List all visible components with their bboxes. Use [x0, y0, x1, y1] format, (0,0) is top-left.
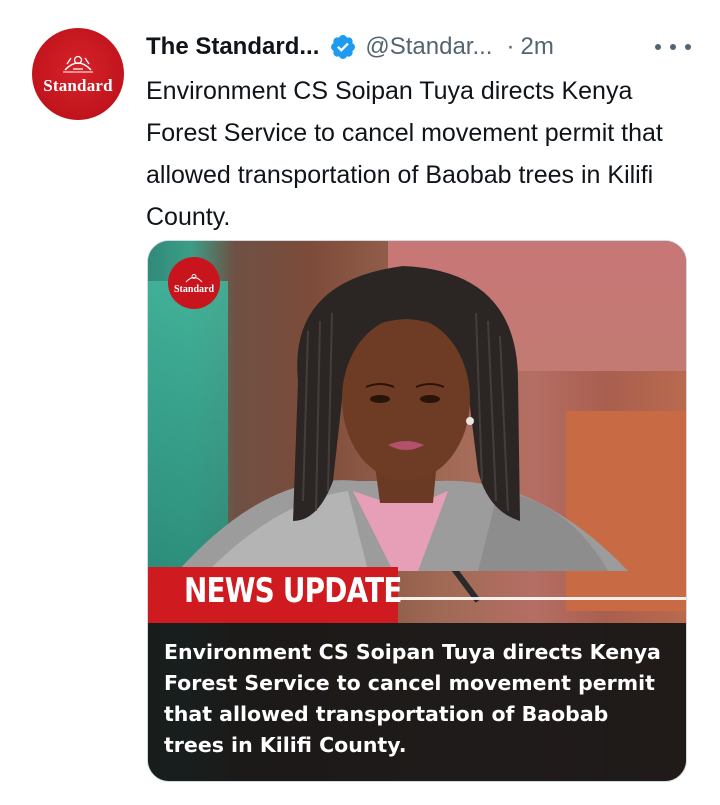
more-dot: [685, 44, 691, 50]
crest-icon: [185, 273, 203, 282]
user-handle[interactable]: @Standar...: [365, 33, 492, 61]
image-caption: Environment CS Soipan Tuya directs Kenya…: [164, 640, 661, 757]
display-name[interactable]: The Standard...: [146, 33, 319, 61]
more-dot: [655, 44, 661, 50]
separator-dot: ·: [506, 33, 515, 60]
tweet-text: Environment CS Soipan Tuya directs Kenya…: [146, 77, 663, 231]
verified-badge-icon: [331, 35, 356, 59]
more-dot: [670, 44, 676, 50]
banner-divider: [398, 597, 686, 600]
logo-wordmark: Standard: [173, 283, 214, 295]
profile-avatar[interactable]: Standard: [32, 28, 124, 120]
standard-logo: Standard: [168, 257, 220, 309]
tweet-header: The Standard... @Standar... · 2m: [146, 30, 691, 64]
crest-icon: [63, 55, 93, 73]
tweet-media-image[interactable]: Standard NEWS UPDATE Environment CS Soip…: [147, 240, 687, 782]
avatar-wordmark: Standard: [43, 76, 113, 95]
timestamp[interactable]: 2m: [520, 33, 553, 61]
news-update-label: NEWS UPDATE: [184, 571, 402, 611]
more-options-icon[interactable]: [655, 34, 691, 60]
